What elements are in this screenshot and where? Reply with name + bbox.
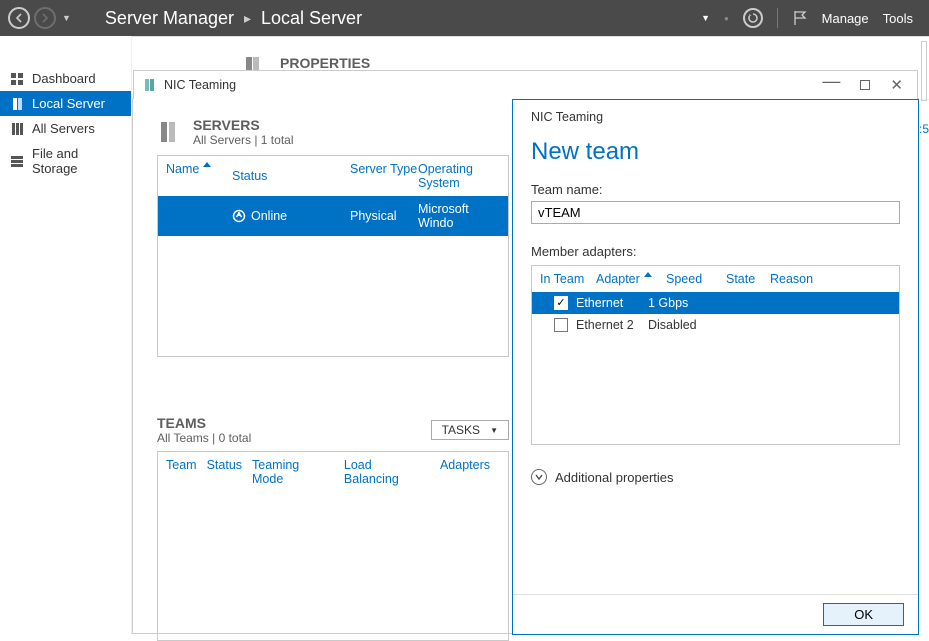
chevron-down-icon <box>531 469 547 485</box>
col-header-os[interactable]: Operating System <box>418 162 500 190</box>
notifications-flag-icon[interactable] <box>792 10 808 26</box>
tasks-label: TASKS <box>442 423 480 437</box>
col-header-server-type[interactable]: Server Type <box>350 162 418 190</box>
nav-history-dropdown[interactable]: ▼ <box>62 13 71 23</box>
servers-icon <box>157 120 181 144</box>
child-window-title: NIC Teaming <box>164 78 236 92</box>
adapter-row[interactable]: Ethernet 2 Disabled <box>532 314 899 336</box>
breadcrumb: Server Manager ▸ Local Server <box>105 8 362 29</box>
crumb-app[interactable]: Server Manager <box>105 8 234 29</box>
teams-subtitle: All Teams | 0 total <box>157 431 251 445</box>
sidebar-item-label: File and Storage <box>32 146 121 176</box>
col-header-in-team[interactable]: In Team <box>540 272 596 286</box>
adapter-name-cell: Ethernet 2 <box>576 318 648 332</box>
dialog-title: New team <box>513 124 918 174</box>
team-name-input[interactable] <box>531 201 900 224</box>
sidebar-item-all-servers[interactable]: All Servers <box>0 116 131 141</box>
manage-menu[interactable]: Manage <box>822 11 869 26</box>
in-team-checkbox[interactable] <box>554 318 568 332</box>
sidebar-item-label: All Servers <box>32 121 95 136</box>
col-header-teaming-mode[interactable]: Teaming Mode <box>252 458 334 486</box>
col-header-adapter[interactable]: Adapter <box>596 272 666 286</box>
member-adapters-grid: In Team Adapter Speed State Reason Ether… <box>531 265 900 445</box>
refresh-button[interactable] <box>743 8 763 28</box>
maximize-button[interactable] <box>860 80 870 90</box>
server-status-cell: Online <box>251 209 287 223</box>
properties-title: PROPERTIES <box>280 55 370 71</box>
nic-teaming-icon <box>142 77 158 93</box>
close-button[interactable]: ✕ <box>890 76 903 94</box>
col-header-adapters[interactable]: Adapters <box>440 458 490 486</box>
col-header-team[interactable]: Team <box>166 458 197 486</box>
adapter-info-cell: 1 Gbps <box>648 296 708 310</box>
server-row[interactable]: Online Physical Microsoft Windo <box>158 196 508 236</box>
minimize-button[interactable]: — <box>822 78 840 84</box>
crumb-page[interactable]: Local Server <box>261 8 362 29</box>
ok-button[interactable]: OK <box>823 603 904 626</box>
servers-icon <box>10 122 24 136</box>
sidebar-item-label: Local Server <box>32 96 105 111</box>
col-header-reason[interactable]: Reason <box>770 272 891 286</box>
new-team-dialog: NIC Teaming New team Team name: Member a… <box>512 99 919 635</box>
col-header-status[interactable]: Status <box>207 458 242 486</box>
arrow-right-icon <box>40 13 50 23</box>
child-window-titlebar[interactable]: NIC Teaming — ✕ <box>133 70 918 99</box>
nic-teaming-window: NIC Teaming — ✕ SERVERS All Servers | 1 … <box>132 98 919 634</box>
server-os-cell: Microsoft Windo <box>418 202 500 230</box>
teams-title: TEAMS <box>157 415 251 431</box>
adapter-info-cell: Disabled <box>648 318 708 332</box>
sidebar-item-dashboard[interactable]: Dashboard <box>0 66 131 91</box>
storage-icon <box>10 154 24 168</box>
server-type-cell: Physical <box>350 209 418 223</box>
additional-properties-label: Additional properties <box>555 470 674 485</box>
arrow-left-icon <box>14 13 24 23</box>
adapter-row[interactable]: Ethernet 1 Gbps <box>532 292 899 314</box>
chevron-down-icon: ▼ <box>490 426 498 435</box>
tasks-dropdown[interactable]: TASKS ▼ <box>431 420 509 440</box>
online-status-icon <box>232 209 246 223</box>
scrollbar[interactable] <box>921 41 927 101</box>
sidebar-item-local-server[interactable]: Local Server <box>0 91 131 116</box>
sidebar-item-label: Dashboard <box>32 71 96 86</box>
chevron-right-icon: ▸ <box>244 10 251 27</box>
server-icon <box>10 97 24 111</box>
dialog-caption: NIC Teaming <box>513 100 918 124</box>
sidebar: Dashboard Local Server All Servers File … <box>0 36 132 635</box>
adapter-name-cell: Ethernet <box>576 296 648 310</box>
nav-back-button[interactable] <box>8 7 30 29</box>
col-header-status[interactable]: Status <box>232 162 350 190</box>
in-team-checkbox[interactable] <box>554 296 568 310</box>
servers-subtitle: All Servers | 1 total <box>193 133 294 147</box>
titlebar: ▼ Server Manager ▸ Local Server ▼ • Mana… <box>0 0 929 36</box>
servers-grid: Name Status Server Type Operating System… <box>157 155 509 357</box>
col-header-speed[interactable]: Speed <box>666 272 726 286</box>
sidebar-item-file-storage[interactable]: File and Storage <box>0 141 131 181</box>
col-header-state[interactable]: State <box>726 272 770 286</box>
col-header-name[interactable]: Name <box>166 162 232 190</box>
additional-properties-toggle[interactable]: Additional properties <box>531 469 900 485</box>
top-dropdown[interactable]: ▼ <box>701 13 710 23</box>
teams-grid: Team Status Teaming Mode Load Balancing … <box>157 451 509 641</box>
tools-menu[interactable]: Tools <box>883 11 913 26</box>
col-header-load-balancing[interactable]: Load Balancing <box>344 458 430 486</box>
nav-forward-button[interactable] <box>34 7 56 29</box>
servers-title: SERVERS <box>193 117 294 133</box>
dashboard-icon <box>10 72 24 86</box>
team-name-label: Team name: <box>531 182 900 197</box>
refresh-icon <box>747 12 759 24</box>
member-adapters-label: Member adapters: <box>531 244 900 259</box>
